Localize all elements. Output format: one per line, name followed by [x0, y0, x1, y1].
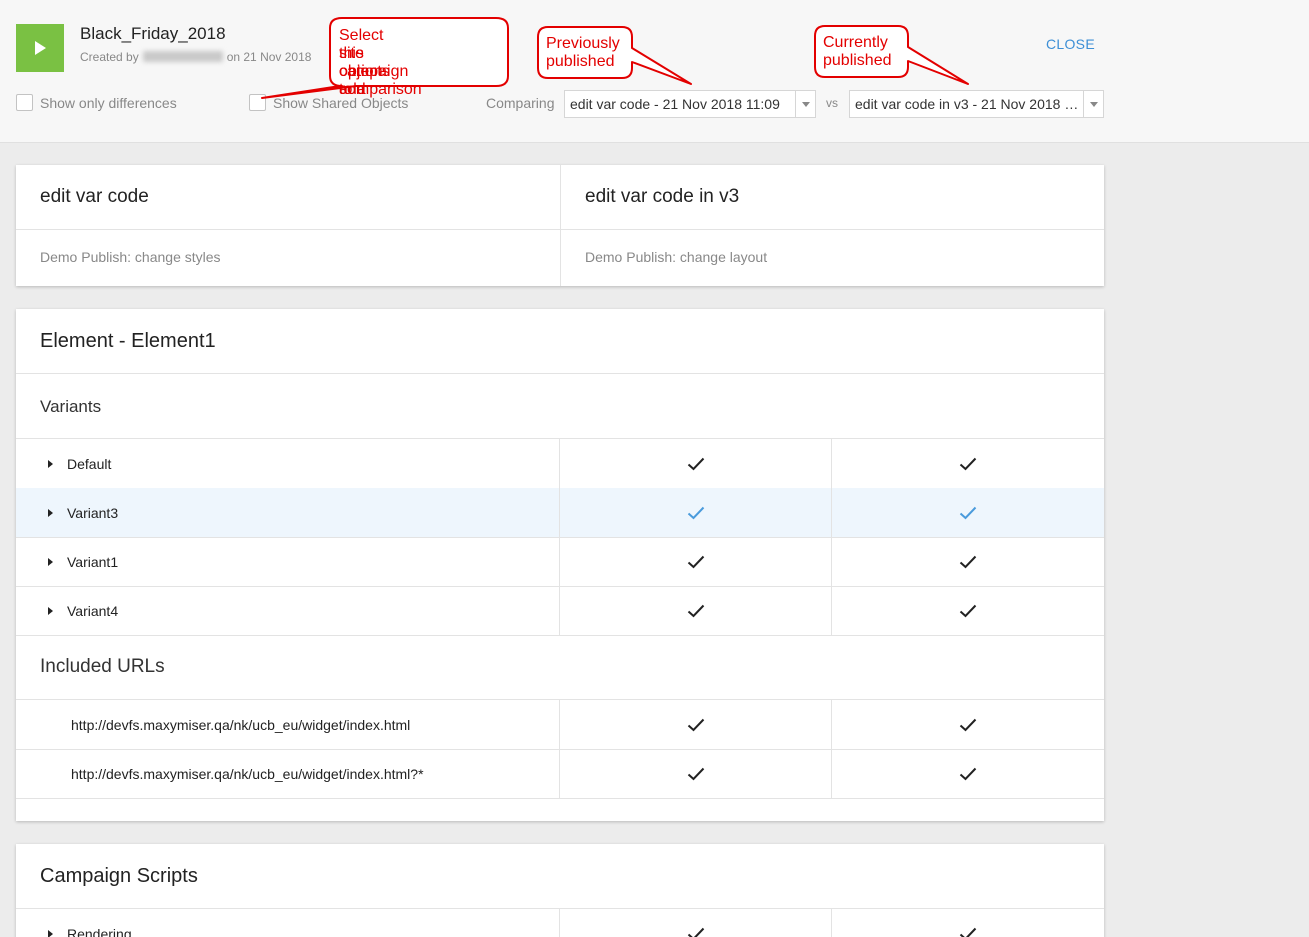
comparison-header: Black_Friday_2018 Created by on 21 Nov 20…	[0, 0, 1309, 143]
right-version-cell	[831, 586, 1104, 635]
variant-row-label: Variant3	[67, 504, 119, 521]
chevron-down-icon[interactable]	[795, 91, 815, 117]
version-summary-card: edit var code Demo Publish: change style…	[16, 165, 1104, 286]
divider	[16, 229, 560, 230]
checkbox-box[interactable]	[16, 94, 33, 111]
campaign-play-icon[interactable]	[16, 24, 64, 72]
check-icon	[687, 604, 705, 618]
variant-row[interactable]: Variant1	[16, 537, 1104, 586]
divider	[16, 798, 1104, 799]
callout-shared-line3: campaign comparison	[339, 63, 422, 98]
variant-row[interactable]: Variant4	[16, 586, 1104, 635]
callout-current-line2: published	[823, 52, 892, 69]
check-icon	[687, 457, 705, 471]
check-icon	[959, 718, 977, 732]
url-row-label: http://devfs.maxymiser.qa/nk/ucb_eu/widg…	[71, 765, 424, 782]
variant-row-name-cell: Variant3	[16, 488, 559, 537]
variant-row-name-cell: Default	[16, 439, 559, 488]
left-version-description: Demo Publish: change styles	[40, 249, 221, 265]
check-icon	[959, 927, 977, 937]
play-icon	[35, 41, 46, 55]
check-icon	[959, 604, 977, 618]
right-version-column: edit var code in v3 Demo Publish: change…	[560, 165, 1104, 286]
variant-row-label: Variant4	[67, 602, 119, 619]
close-button[interactable]: CLOSE	[1046, 36, 1095, 52]
divider	[561, 229, 1104, 230]
caret-right-icon[interactable]	[48, 508, 53, 517]
variant-row-label: Variant1	[67, 553, 119, 570]
right-version-cell	[831, 439, 1104, 488]
show-differences-checkbox[interactable]: Show only differences	[16, 94, 177, 111]
script-row[interactable]: Rendering	[16, 909, 1104, 937]
show-differences-label: Show only differences	[40, 94, 177, 111]
divider	[16, 635, 1104, 636]
right-version-name: edit var code in v3	[585, 186, 740, 207]
check-icon	[959, 555, 977, 569]
right-version-cell	[831, 909, 1104, 937]
variant-row[interactable]: Default	[16, 439, 1104, 488]
check-icon	[687, 927, 705, 937]
comparing-label: Comparing	[486, 95, 555, 111]
caret-right-icon[interactable]	[48, 459, 53, 468]
url-row[interactable]: http://devfs.maxymiser.qa/nk/ucb_eu/widg…	[16, 700, 1104, 749]
right-version-select[interactable]: edit var code in v3 - 21 Nov 2018 11:34	[849, 90, 1104, 118]
callout-current-line1: Currently	[823, 34, 888, 51]
created-prefix: Created by	[80, 50, 139, 64]
campaign-title: Black_Friday_2018	[80, 24, 226, 43]
caret-right-icon[interactable]	[48, 557, 53, 566]
left-version-column: edit var code Demo Publish: change style…	[16, 165, 560, 286]
check-icon	[687, 718, 705, 732]
callout-previous-line2: published	[546, 53, 615, 70]
right-version-value: edit var code in v3 - 21 Nov 2018 11:34	[855, 96, 1083, 112]
right-version-cell	[831, 749, 1104, 798]
campaign-scripts-title: Campaign Scripts	[40, 865, 198, 887]
check-icon	[959, 767, 977, 781]
element-title: Element - Element1	[40, 330, 216, 352]
right-version-cell	[831, 700, 1104, 749]
caret-right-icon[interactable]	[48, 606, 53, 615]
campaign-scripts-card: Campaign Scripts Rendering	[16, 844, 1104, 937]
included-urls-heading: Included URLs	[40, 656, 165, 677]
check-icon	[687, 506, 705, 520]
left-version-cell	[559, 700, 831, 749]
check-icon	[687, 767, 705, 781]
left-version-cell	[559, 439, 831, 488]
redacted-author	[142, 51, 223, 62]
created-suffix: on 21 Nov 2018	[226, 50, 312, 64]
variant-row-name-cell: Variant1	[16, 537, 559, 586]
variant-row[interactable]: Variant3	[16, 488, 1104, 537]
check-icon	[959, 457, 977, 471]
element-card: Element - Element1 Variants Default Varia…	[16, 309, 1104, 821]
callout-previous-line1: Previously	[546, 35, 620, 52]
checkbox-box[interactable]	[249, 94, 266, 111]
url-row-label: http://devfs.maxymiser.qa/nk/ucb_eu/widg…	[71, 716, 411, 733]
divider	[16, 373, 1104, 374]
check-icon	[687, 555, 705, 569]
check-icon	[959, 506, 977, 520]
left-version-cell	[559, 537, 831, 586]
left-version-name: edit var code	[40, 186, 149, 207]
left-version-cell	[559, 749, 831, 798]
left-version-value: edit var code - 21 Nov 2018 11:09	[570, 96, 780, 112]
right-version-cell	[831, 488, 1104, 537]
script-row-name-cell: Rendering	[16, 909, 559, 937]
caret-right-icon[interactable]	[48, 929, 53, 937]
left-version-cell	[559, 586, 831, 635]
variant-row-name-cell: Variant4	[16, 586, 559, 635]
right-version-cell	[831, 537, 1104, 586]
script-row-label: Rendering	[67, 925, 132, 937]
vs-label: vs	[826, 96, 838, 110]
variant-row-label: Default	[67, 455, 112, 472]
left-version-cell	[559, 909, 831, 937]
variants-heading: Variants	[40, 397, 102, 416]
url-row-name-cell: http://devfs.maxymiser.qa/nk/ucb_eu/widg…	[16, 749, 559, 798]
chevron-down-icon[interactable]	[1083, 91, 1103, 117]
url-row-name-cell: http://devfs.maxymiser.qa/nk/ucb_eu/widg…	[16, 700, 559, 749]
callout-bubble-shape	[814, 25, 969, 85]
url-row[interactable]: http://devfs.maxymiser.qa/nk/ucb_eu/widg…	[16, 749, 1104, 798]
left-version-cell	[559, 488, 831, 537]
campaign-meta: Created by on 21 Nov 2018	[80, 50, 311, 64]
right-version-description: Demo Publish: change layout	[585, 249, 768, 265]
left-version-select[interactable]: edit var code - 21 Nov 2018 11:09	[564, 90, 816, 118]
